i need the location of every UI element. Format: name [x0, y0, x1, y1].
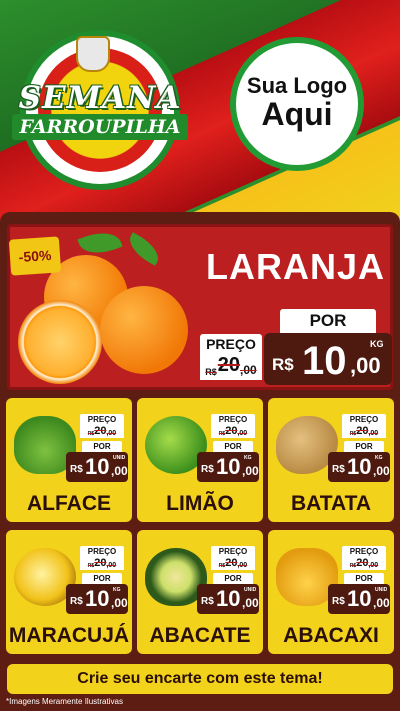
- price-int: 10: [85, 454, 110, 479]
- price-int: 10: [347, 586, 372, 611]
- price-unit: KG: [375, 455, 383, 461]
- currency: R$: [332, 596, 345, 607]
- price-unit: UNID: [375, 587, 388, 593]
- logo-placeholder-line2: Aqui: [261, 96, 333, 133]
- old-price: R$ 20,00: [211, 425, 255, 438]
- price-cents: ,00: [240, 363, 257, 377]
- new-price-label: POR: [344, 573, 384, 584]
- product-name: LIMÃO: [166, 492, 234, 515]
- price-cents: ,00: [373, 464, 390, 478]
- old-price: R$ 20,00: [342, 425, 386, 438]
- new-price-label: POR: [213, 441, 253, 452]
- product-name: MARACUJÁ: [8, 624, 130, 647]
- old-price-label: PREÇO: [342, 546, 386, 557]
- new-price: R$ 10,00 KG: [197, 452, 259, 482]
- product-card: PREÇO R$ 20,00 POR R$ 10,00 UNID ABACAXI: [268, 530, 394, 654]
- price-int: 20: [356, 557, 369, 569]
- old-price: R$ 20,00: [342, 557, 386, 570]
- orange-slice-icon: [18, 300, 102, 384]
- currency: R$: [70, 596, 83, 607]
- price-cents: ,00: [106, 562, 117, 569]
- featured-new-price: R$ 10 ,00 KG: [264, 333, 392, 385]
- price-cents: ,00: [237, 562, 248, 569]
- price-cents: ,00: [111, 464, 128, 478]
- logo-placeholder-line1: Sua Logo: [246, 73, 348, 99]
- new-price: R$ 10,00 KG: [328, 452, 390, 482]
- price-cents: ,00: [350, 353, 381, 378]
- old-price: R$ 20,00: [211, 557, 255, 570]
- price-unit: KG: [113, 587, 121, 593]
- old-price-label: PREÇO: [342, 414, 386, 425]
- price-cents: ,00: [373, 596, 390, 610]
- price-cents: ,00: [368, 562, 379, 569]
- price-cents: ,00: [111, 596, 128, 610]
- product-name: BATATA: [290, 492, 372, 515]
- price-unit: UNID: [113, 455, 126, 461]
- brand-title: SEMANA: [18, 80, 182, 116]
- old-price: R$ 20,00: [80, 557, 124, 570]
- price-cents: ,00: [237, 430, 248, 437]
- brand-subtitle: FARROUPILHA: [12, 114, 188, 140]
- old-price-label: PREÇO: [80, 414, 124, 425]
- product-card: PREÇO R$ 20,00 POR R$ 10,00 UNID ALFACE: [6, 398, 132, 522]
- price-int: 10: [85, 586, 110, 611]
- cta-banner[interactable]: Crie seu encarte com este tema!: [7, 664, 393, 694]
- product-name: ALFACE: [27, 492, 111, 515]
- old-price: R$ 20,00: [80, 425, 124, 438]
- currency: R$: [70, 464, 83, 475]
- price-unit: UNID: [244, 587, 257, 593]
- price-int: 10: [216, 454, 241, 479]
- product-card: PREÇO R$ 20,00 POR R$ 10,00 UNID ABACATE: [137, 530, 263, 654]
- featured-old-price-label: PREÇO: [200, 334, 262, 354]
- new-price-label: POR: [344, 441, 384, 452]
- product-name: ABACATE: [149, 624, 251, 647]
- old-price-label: PREÇO: [211, 414, 255, 425]
- new-price: R$ 10,00 KG: [66, 584, 128, 614]
- featured-new-price-label: POR: [280, 309, 376, 333]
- new-price: R$ 10,00 UNID: [197, 584, 259, 614]
- product-card: PREÇO R$ 20,00 POR R$ 10,00 KG MARACUJÁ: [6, 530, 132, 654]
- currency: R$: [205, 367, 217, 377]
- price-int: 20: [356, 425, 369, 437]
- product-card: PREÇO R$ 20,00 POR R$ 10,00 KG BATATA: [268, 398, 394, 522]
- orange-icon: [100, 286, 188, 374]
- currency: R$: [201, 464, 214, 475]
- price-cents: ,00: [106, 430, 117, 437]
- product-card: PREÇO R$ 20,00 POR R$ 10,00 KG LIMÃO: [137, 398, 263, 522]
- new-price-label: POR: [82, 441, 122, 452]
- flag-header: SEMANA FARROUPILHA Sua Logo Aqui: [0, 0, 400, 232]
- new-price-label: POR: [213, 573, 253, 584]
- old-price-label: PREÇO: [211, 546, 255, 557]
- currency: R$: [332, 464, 345, 475]
- currency: R$: [272, 355, 294, 374]
- price-int: 20: [217, 354, 241, 376]
- featured-old-price: R$ 20,00: [200, 354, 262, 380]
- price-unit: KG: [370, 339, 384, 349]
- price-int: 10: [302, 339, 347, 383]
- new-price: R$ 10,00 UNID: [328, 584, 390, 614]
- old-price-label: PREÇO: [80, 546, 124, 557]
- new-price-label: POR: [82, 573, 122, 584]
- price-unit: KG: [244, 455, 252, 461]
- logo-placeholder: Sua Logo Aqui: [230, 37, 364, 171]
- price-int: 20: [94, 425, 107, 437]
- disclaimer: *Imagens Meramente Ilustrativas: [6, 697, 123, 706]
- price-cents: ,00: [242, 464, 259, 478]
- price-int: 20: [225, 425, 238, 437]
- new-price: R$ 10,00 UNID: [66, 452, 128, 482]
- price-int: 20: [225, 557, 238, 569]
- discount-badge: -50%: [8, 236, 62, 276]
- price-int: 10: [347, 454, 372, 479]
- price-cents: ,00: [368, 430, 379, 437]
- price-int: 20: [94, 557, 107, 569]
- price-int: 10: [216, 586, 241, 611]
- coat-of-arms-icon: [76, 36, 110, 72]
- price-cents: ,00: [242, 596, 259, 610]
- featured-product-name: LARANJA: [206, 246, 386, 287]
- product-name: ABACAXI: [283, 624, 379, 647]
- currency: R$: [201, 596, 214, 607]
